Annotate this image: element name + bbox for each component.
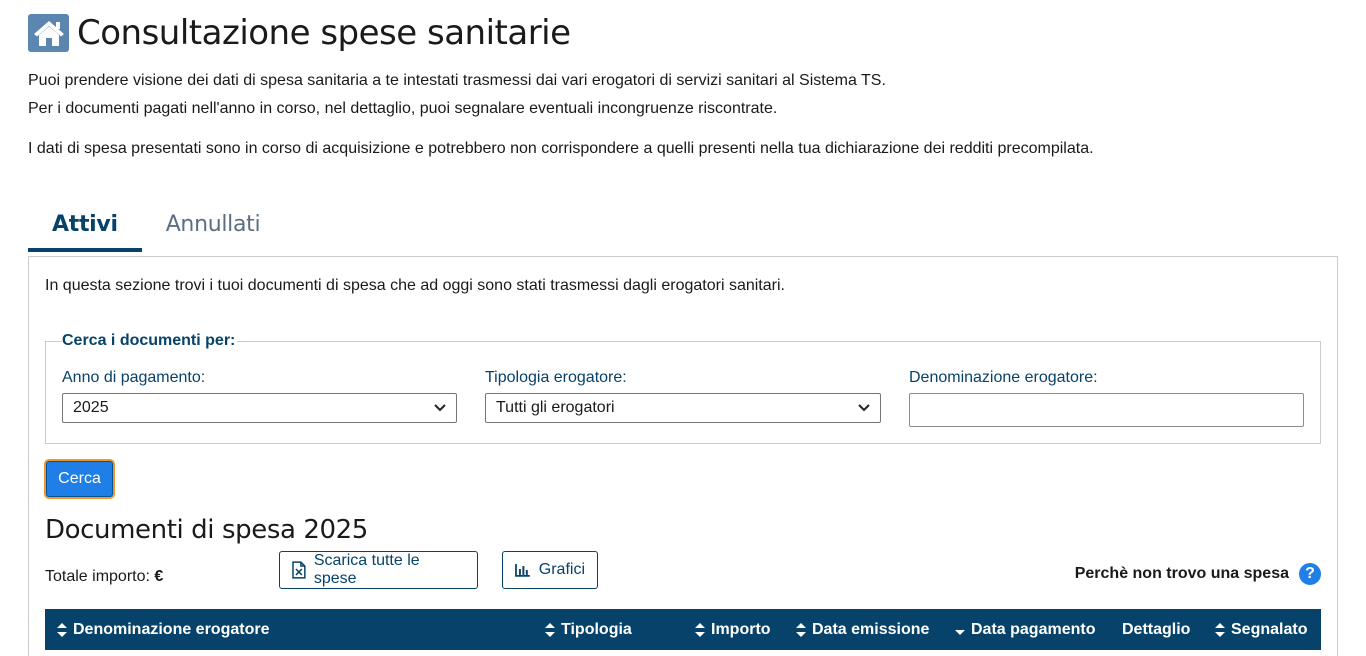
bar-chart-icon	[515, 564, 530, 577]
tab-annullati[interactable]: Annullati	[142, 198, 285, 252]
anno-select[interactable]: 2025	[62, 393, 457, 423]
sort-icon	[57, 622, 67, 637]
denominazione-label: Denominazione erogatore:	[909, 369, 1098, 386]
charts-label: Grafici	[538, 561, 585, 578]
file-excel-icon	[292, 561, 306, 579]
anno-label: Anno di pagamento:	[62, 369, 206, 386]
sort-icon	[796, 622, 806, 637]
column-importo[interactable]: Importo	[695, 609, 771, 650]
charts-button[interactable]: Grafici	[502, 551, 598, 589]
download-all-button[interactable]: Scarica tutte le spese	[279, 551, 478, 589]
column-label: Segnalato	[1231, 620, 1308, 638]
help-label: Perchè non trovo una spesa	[1074, 565, 1289, 582]
tab-bar: Attivi Annullati	[28, 198, 284, 252]
column-data-pagamento[interactable]: Data pagamento	[955, 609, 1095, 650]
page-header: Consultazione spese sanitarie	[28, 13, 571, 53]
sort-icon	[695, 622, 705, 637]
home-icon[interactable]	[28, 14, 69, 52]
chevron-down-icon	[434, 404, 446, 412]
chevron-down-icon	[858, 404, 870, 412]
totale-importo: Totale importo: €	[45, 568, 163, 586]
table-header: Denominazione erogatore Tipologia Import…	[45, 609, 1321, 650]
help-icon: ?	[1299, 563, 1321, 585]
intro-text-2: Per i documenti pagati nell'anno in cors…	[28, 100, 778, 117]
search-form: Cerca i documenti per: Anno di pagamento…	[45, 332, 1321, 444]
tipologia-label: Tipologia erogatore:	[485, 369, 627, 386]
download-all-label: Scarica tutte le spese	[313, 552, 420, 587]
column-tipologia[interactable]: Tipologia	[545, 609, 632, 650]
totale-currency: €	[154, 568, 164, 585]
denominazione-input[interactable]	[909, 393, 1304, 427]
sort-icon	[545, 622, 555, 637]
anno-select-value: 2025	[73, 399, 109, 416]
column-label: Importo	[711, 620, 771, 638]
column-dettaglio: Dettaglio	[1122, 609, 1190, 650]
sort-desc-icon	[955, 629, 965, 635]
search-legend: Cerca i documenti per:	[62, 332, 238, 350]
column-label: Data pagamento	[971, 620, 1096, 638]
intro-text-3: I dati di spesa presentati sono in corso…	[28, 140, 1094, 157]
help-link[interactable]: Perchè non trovo una spesa ?	[1075, 563, 1321, 585]
intro-text-1: Puoi prendere visione dei dati di spesa …	[28, 72, 886, 89]
cerca-button[interactable]: Cerca	[44, 459, 115, 499]
tab-attivi[interactable]: Attivi	[28, 198, 142, 252]
column-label: Dettaglio	[1122, 620, 1191, 638]
totale-label: Totale importo:	[45, 568, 150, 585]
page-title: Consultazione spese sanitarie	[77, 13, 571, 53]
tipologia-select[interactable]: Tutti gli erogatori	[485, 393, 881, 423]
column-label: Tipologia	[561, 620, 632, 638]
tipologia-select-value: Tutti gli erogatori	[496, 399, 615, 416]
column-data-emissione[interactable]: Data emissione	[796, 609, 929, 650]
column-label: Data emissione	[812, 620, 930, 638]
results-title: Documenti di spesa 2025	[45, 515, 368, 545]
panel-description: In questa sezione trovi i tuoi documenti…	[45, 277, 785, 294]
sort-icon	[1215, 622, 1225, 637]
column-segnalato[interactable]: Segnalato	[1215, 609, 1307, 650]
tab-panel-attivi: In questa sezione trovi i tuoi documenti…	[28, 256, 1338, 656]
column-denominazione[interactable]: Denominazione erogatore	[57, 609, 269, 650]
column-label: Denominazione erogatore	[73, 620, 270, 638]
